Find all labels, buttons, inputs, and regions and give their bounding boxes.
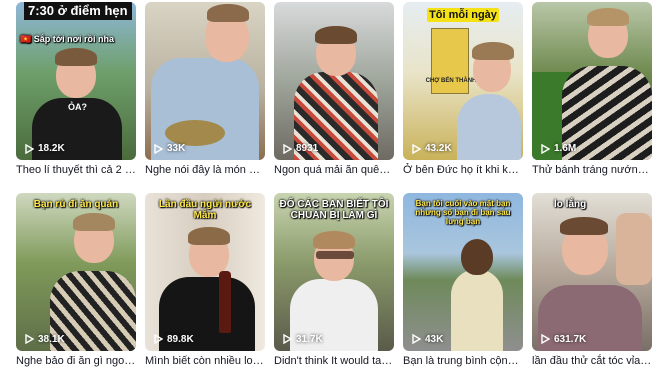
video-caption[interactable]: Theo lí thuyết thì cả 2 đều... <box>16 163 136 177</box>
play-outline-icon <box>283 143 292 154</box>
video-card[interactable]: CHỢ BẾN THÀNH Tôi mỗi ngày 43.2K Ở bên Đ… <box>403 2 523 183</box>
view-count: 31.7K <box>282 334 323 345</box>
play-outline-icon <box>25 334 34 344</box>
video-caption[interactable]: Ở bên Đức họ ít khi khen ... <box>403 163 523 177</box>
video-thumbnail[interactable]: ĐỐ CÁC BẠN BIẾT TÔI CHUẨN BỊ LÀM GÌ 31.7… <box>274 192 394 351</box>
video-card[interactable]: 8931 Ngon quá mải ăn quên la... <box>274 2 394 183</box>
video-thumbnail[interactable]: Bạn tôi cuối vào mặt bạn nhưng số bạn đi… <box>403 192 523 351</box>
video-caption[interactable]: Thử bánh tráng nướng ng... <box>532 163 652 177</box>
view-count-value: 1.6M <box>554 143 577 154</box>
video-caption[interactable]: Bạn là trung bình cộng củ... <box>403 354 523 368</box>
view-count: 89.8K <box>153 334 194 345</box>
video-overlay-title: 7:30 ở điểm hẹn <box>24 2 132 20</box>
video-thumbnail[interactable]: lo lắng 631.7K <box>532 192 652 351</box>
video-overlay-title: ĐỐ CÁC BẠN BIẾT TÔI CHUẨN BỊ LÀM GÌ <box>279 198 389 221</box>
play-outline-icon <box>154 143 163 154</box>
video-caption[interactable]: lần đầu thử cắt tóc vỉa hè ... <box>532 354 652 368</box>
view-count-value: 89.8K <box>167 333 194 345</box>
video-overlay-title: Bạn rủ đi ăn quán <box>33 198 119 210</box>
video-card[interactable]: ĐỐ CÁC BẠN BIẾT TÔI CHUẨN BỊ LÀM GÌ 31.7… <box>274 192 394 373</box>
video-grid: ỎA? 7:30 ở điểm hẹn 🇻🇳 Sắp tới nơi rồi n… <box>0 0 660 373</box>
video-card[interactable]: Bạn rủ đi ăn quán 38.1K Nghe bảo đi ăn g… <box>16 192 136 373</box>
view-count: 631.7K <box>540 334 586 345</box>
video-card[interactable]: 1.6M Thử bánh tráng nướng ng... <box>532 2 652 183</box>
video-thumbnail[interactable]: 33K <box>145 2 265 160</box>
view-count-value: 33K <box>167 143 186 154</box>
view-count-value: 631.7K <box>554 333 587 345</box>
video-card[interactable]: Bạn tôi cuối vào mặt bạn nhưng số bạn đi… <box>403 192 523 373</box>
video-card[interactable]: ỎA? 7:30 ở điểm hẹn 🇻🇳 Sắp tới nơi rồi n… <box>16 2 136 183</box>
play-outline-icon <box>25 143 34 154</box>
barber-arm <box>616 212 652 285</box>
play-outline-icon <box>541 143 550 154</box>
video-thumbnail[interactable]: CHỢ BẾN THÀNH Tôi mỗi ngày 43.2K <box>403 2 523 160</box>
view-count: 43K <box>411 334 443 345</box>
view-count-value: 43.2K <box>425 143 452 154</box>
sunglasses <box>316 250 354 259</box>
video-card[interactable]: lo lắng 631.7K lần đầu thử cắt tóc vỉa h… <box>532 192 652 373</box>
market-sign: CHỢ BẾN THÀNH <box>425 78 477 84</box>
video-thumbnail[interactable]: Bạn rủ đi ăn quán 38.1K <box>16 192 136 351</box>
video-caption[interactable]: Nghe nói đây là món ăn s... <box>145 163 265 177</box>
video-overlay-title: Bạn tôi cuối vào mặt bạn nhưng số bạn đi… <box>415 198 511 226</box>
video-overlay-subtitle: 🇻🇳 Sắp tới nơi rồi nha <box>20 34 115 44</box>
video-caption[interactable]: Didn't think It would tast... <box>274 354 394 368</box>
shirt-print: ỎA? <box>68 102 87 112</box>
view-count-value: 31.7K <box>296 333 323 345</box>
video-card[interactable]: Lần đầu ngửi nước Mắm 89.8K Mình biết cò… <box>145 192 265 373</box>
video-overlay-title: lo lắng <box>554 198 587 210</box>
video-thumbnail[interactable]: ỎA? 7:30 ở điểm hẹn 🇻🇳 Sắp tới nơi rồi n… <box>16 2 136 160</box>
video-overlay-title: Lần đầu ngửi nước Mắm <box>158 198 252 221</box>
view-count-value: 8931 <box>296 143 319 154</box>
video-caption[interactable]: Nghe bảo đi ăn gì ngon lắ... <box>16 354 136 368</box>
play-outline-icon <box>154 334 163 344</box>
view-count: 18.2K <box>24 143 65 154</box>
play-outline-icon <box>412 143 421 154</box>
play-outline-icon <box>412 334 421 344</box>
video-caption[interactable]: Ngon quá mải ăn quên la... <box>274 163 394 177</box>
market-clock-tower <box>431 28 469 94</box>
view-count: 8931 <box>282 143 318 154</box>
view-count: 33K <box>153 143 185 154</box>
view-count: 1.6M <box>540 143 576 154</box>
view-count-value: 43K <box>425 333 444 345</box>
video-thumbnail[interactable]: 8931 <box>274 2 394 160</box>
play-outline-icon <box>283 334 292 344</box>
sauce-bottle <box>219 270 231 333</box>
view-count: 38.1K <box>24 334 65 345</box>
view-count: 43.2K <box>411 143 452 154</box>
video-thumbnail[interactable]: Lần đầu ngửi nước Mắm 89.8K <box>145 192 265 351</box>
video-overlay-title: Tôi mỗi ngày <box>427 8 499 22</box>
video-thumbnail[interactable]: 1.6M <box>532 2 652 160</box>
view-count-value: 38.1K <box>38 333 65 345</box>
view-count-value: 18.2K <box>38 143 65 154</box>
video-caption[interactable]: Mình biết còn nhiều loại k... <box>145 354 265 368</box>
video-card[interactable]: 33K Nghe nói đây là món ăn s... <box>145 2 265 183</box>
play-outline-icon <box>541 334 550 344</box>
